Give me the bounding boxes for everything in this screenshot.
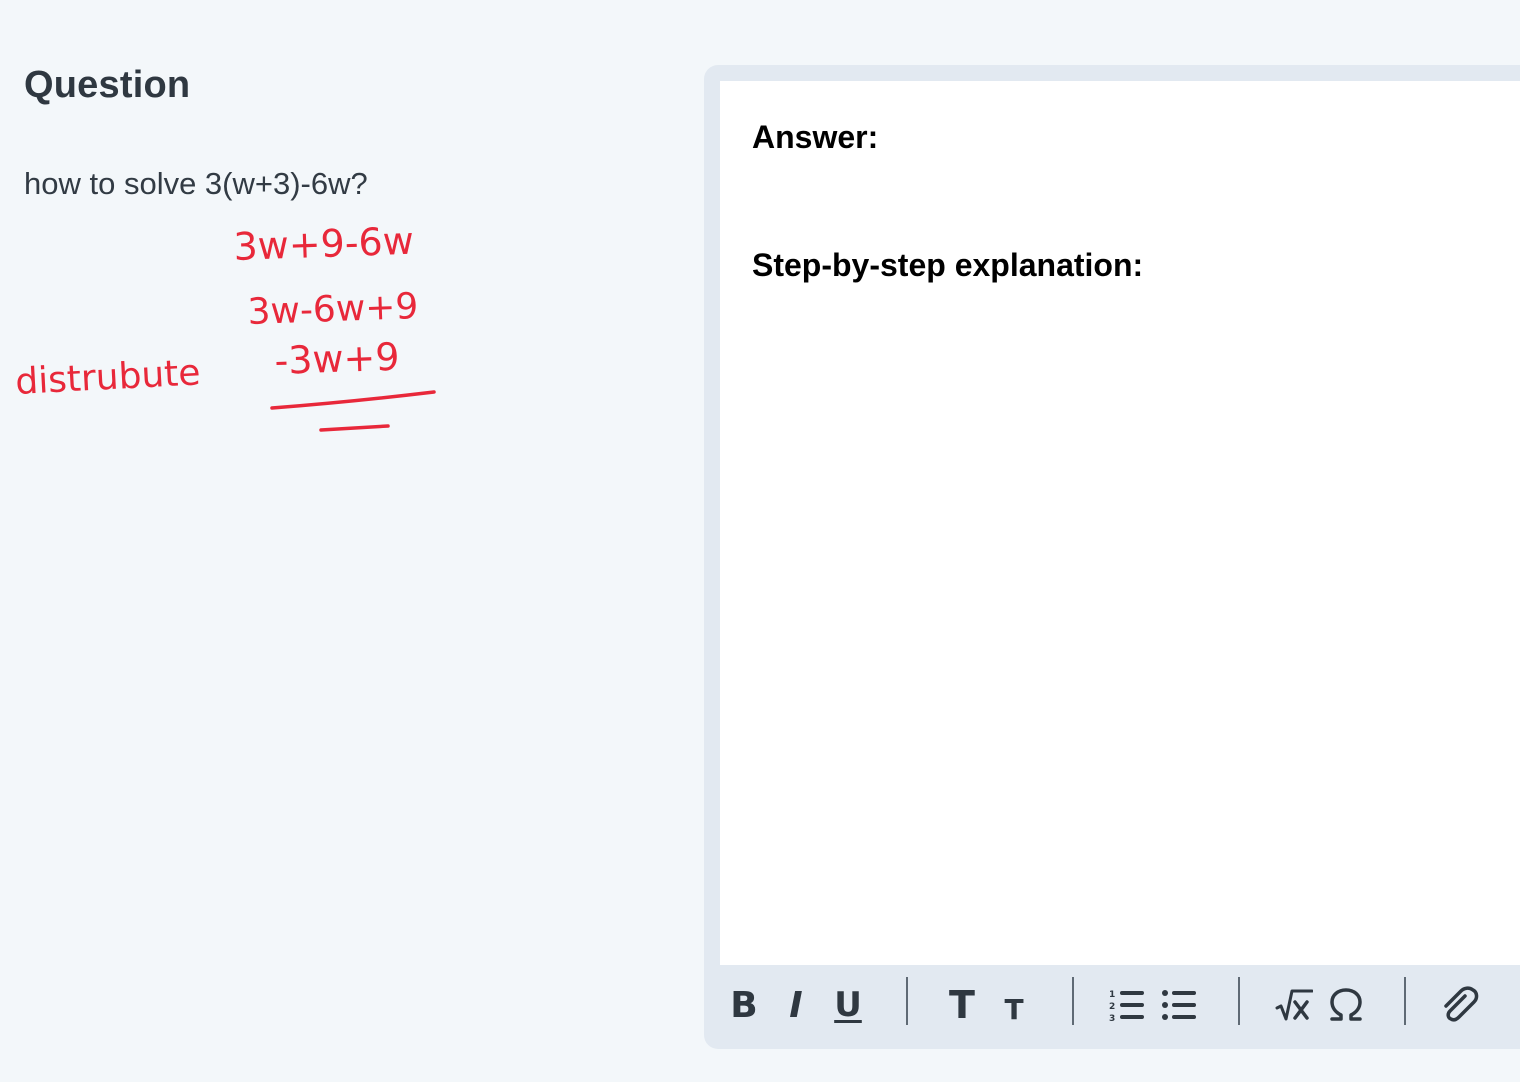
question-text: how to solve 3(w+3)-6w? [24, 166, 368, 201]
bulleted-list-icon [1162, 990, 1196, 1020]
handwritten-annotation: 3w+9-6w 3w-6w+9 -3w+9 distrubute [14, 219, 436, 432]
handwritten-underline [270, 390, 436, 410]
toolbar-divider [1072, 977, 1074, 1025]
numbered-list-icon: 1 2 3 [1109, 990, 1144, 1022]
step-by-step-label: Step-by-step explanation: [752, 247, 1144, 283]
page: Question how to solve 3(w+3)-6w? 3w+9-6w… [0, 0, 1520, 1082]
math-equation-icon [1275, 989, 1313, 1021]
answer-editor[interactable]: Answer: Step-by-step explanation: [720, 81, 1520, 965]
italic-button[interactable]: I [782, 979, 810, 1031]
question-title: Question [24, 64, 191, 106]
editor-toolbar: B I U T T 1 2 3 [720, 965, 1520, 1045]
special-characters-button[interactable] [1328, 979, 1364, 1031]
underline-icon: U [834, 985, 862, 1025]
attach-file-button[interactable] [1438, 979, 1482, 1031]
bold-button[interactable]: B [730, 979, 758, 1031]
handwritten-side-note: distrubute [14, 352, 201, 403]
svg-text:1: 1 [1109, 990, 1115, 1000]
math-equation-button[interactable] [1274, 979, 1314, 1031]
toolbar-divider [1238, 977, 1240, 1025]
italic-icon: I [789, 984, 803, 1026]
bulleted-list-button[interactable] [1160, 979, 1198, 1031]
small-text-button[interactable]: T [1000, 979, 1028, 1031]
heading-small-icon: T [1004, 992, 1024, 1026]
bold-icon: B [730, 984, 758, 1026]
handwritten-line-1: 3w+9-6w [233, 219, 415, 269]
toolbar-divider [906, 977, 908, 1025]
answer-label: Answer: [752, 119, 879, 155]
handwritten-blank-line [319, 424, 390, 432]
large-text-button[interactable]: T [946, 979, 978, 1031]
underline-button[interactable]: U [834, 979, 862, 1031]
paperclip-icon [1444, 986, 1479, 1022]
svg-text:2: 2 [1109, 1002, 1115, 1012]
toolbar-divider [1404, 977, 1406, 1025]
omega-symbol-icon [1330, 988, 1362, 1021]
heading-large-icon: T [949, 983, 975, 1027]
handwritten-line-2: 3w-6w+9 [247, 286, 419, 333]
handwritten-line-3: -3w+9 [274, 335, 400, 383]
svg-text:3: 3 [1109, 1014, 1115, 1022]
numbered-list-button[interactable]: 1 2 3 [1108, 979, 1146, 1031]
